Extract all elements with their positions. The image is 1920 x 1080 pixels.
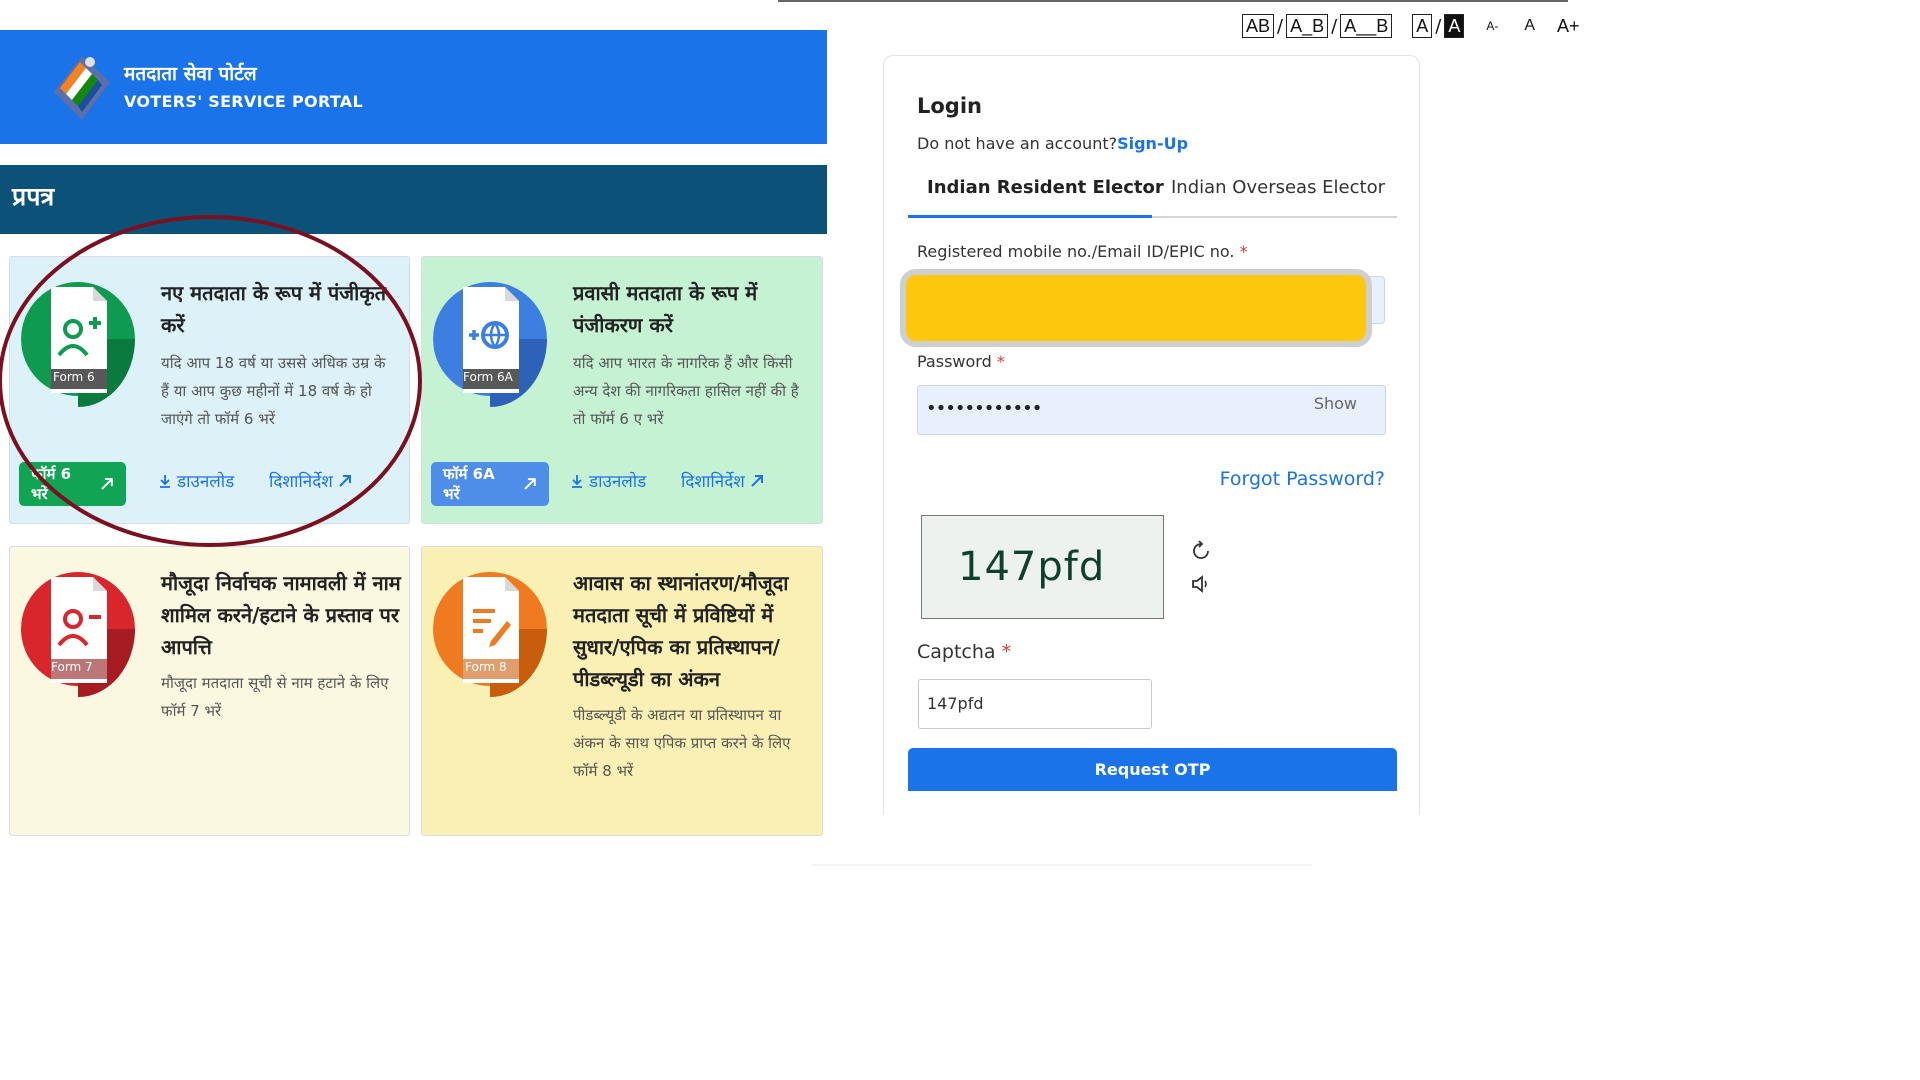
form-8-icon: Form 8 [433, 561, 547, 697]
audio-speaker-icon[interactable] [1189, 572, 1213, 596]
form-7-title: मौजूदा निर्वाचक नामावली में नाम शामिल कर… [161, 571, 401, 659]
form-6a-icon-label: Form 6A [463, 370, 513, 384]
external-arrow-icon [751, 474, 763, 487]
fill-form-6a-label: फॉर्म 6A भरें [443, 465, 495, 503]
captcha-image-text: 147pfd [958, 544, 1106, 590]
elector-tabs: Indian Resident Elector Indian Overseas … [908, 168, 1397, 218]
contrast-normal-button[interactable]: A [1412, 14, 1433, 38]
form-8-card[interactable]: Form 8 आवास का स्थानांतरण/मौजूदा मतदाता … [421, 546, 823, 836]
form-6-download-label: डाउनलोड [177, 472, 235, 492]
form-6a-guidelines-link[interactable]: दिशानिर्देश [681, 469, 764, 492]
bottom-divider [812, 864, 1312, 866]
font-decrease-button[interactable]: A- [1486, 19, 1498, 33]
form-6a-download-label: डाउनलोड [589, 472, 647, 492]
external-arrow-icon [101, 478, 114, 490]
request-otp-button[interactable]: Request OTP [908, 748, 1397, 791]
form-6-card: Form 6 नए मतदाता के रूप में पंजीकृत करें… [9, 256, 410, 524]
password-field-label: Password * [917, 352, 1005, 371]
external-arrow-icon [339, 474, 351, 487]
accessibility-toolbar: AB / A_B / A__B A / A A- A A+ [1242, 11, 1580, 41]
signup-prompt: Do not have an account?Sign-Up [917, 134, 1188, 153]
form-6a-download-link[interactable]: डाउनलोड [570, 469, 646, 492]
download-icon [572, 474, 582, 488]
form-7-icon-label: Form 7 [51, 660, 93, 674]
password-input[interactable]: •••••••••••• Show [917, 385, 1386, 435]
login-title: Login [917, 94, 982, 118]
form-8-icon-label: Form 8 [465, 660, 507, 674]
form-7-card[interactable]: Form 7 मौजूदा निर्वाचक नामावली में नाम श… [9, 546, 410, 836]
form-6-description: यदि आप 18 वर्ष या उससे अधिक उम्र के हैं … [161, 354, 386, 428]
tab-overseas-elector[interactable]: Indian Overseas Elector [1171, 177, 1385, 198]
no-account-text: Do not have an account? [917, 134, 1118, 153]
form-6a-card: Form 6A प्रवासी मतदाता के रूप में पंजीकर… [421, 256, 823, 524]
form-7-icon: Form 7 [21, 561, 135, 697]
portal-header: मतदाता सेवा पोर्टल VOTERS' SERVICE PORTA… [0, 30, 827, 144]
section-header: प्रपत्र [0, 165, 827, 234]
spacing-wide-button[interactable]: A__B [1340, 14, 1393, 38]
contrast-high-button[interactable]: A [1444, 14, 1465, 38]
signup-link[interactable]: Sign-Up [1117, 134, 1188, 153]
captcha-input[interactable]: 147pfd [918, 679, 1152, 729]
form-6-icon-label: Form 6 [53, 370, 95, 384]
font-increase-button[interactable]: A+ [1557, 16, 1580, 37]
spacing-normal-button[interactable]: AB [1242, 14, 1275, 38]
top-divider [778, 0, 1568, 2]
section-title: प्रपत्र [12, 182, 55, 211]
fill-form-6-label: फॉर्म 6 भरें [31, 465, 72, 503]
form-6-icon: Form 6 [21, 271, 135, 407]
external-arrow-icon [524, 478, 537, 490]
font-normal-button[interactable]: A [1524, 17, 1535, 35]
portal-title-hindi: मतदाता सेवा पोर्टल [124, 63, 257, 85]
form-6-guidelines-link[interactable]: दिशानिर्देश [269, 469, 352, 492]
login-card: Login Do not have an account?Sign-Up Ind… [883, 55, 1420, 815]
fill-form-6-button[interactable]: फॉर्म 6 भरें [19, 462, 126, 506]
form-7-description: मौजूदा मतदाता सूची से नाम हटाने के लिए फ… [161, 674, 389, 720]
form-6-download-link[interactable]: डाउनलोड [158, 469, 234, 492]
active-tab-indicator [908, 215, 1152, 218]
form-6a-title: प्रवासी मतदाता के रूप में पंजीकरण करें [573, 281, 758, 337]
form-8-description: पीडब्ल्यूडी के अद्यतन या प्रतिस्थापन या … [573, 706, 791, 780]
forms-panel: मतदाता सेवा पोर्टल VOTERS' SERVICE PORTA… [0, 0, 828, 882]
show-password-toggle[interactable]: Show [1314, 394, 1357, 413]
tab-resident-elector[interactable]: Indian Resident Elector [927, 177, 1164, 198]
redaction-overlay [900, 269, 1372, 347]
form-6-title: नए मतदाता के रूप में पंजीकृत करें [161, 281, 387, 337]
portal-title-english: VOTERS' SERVICE PORTAL [124, 92, 363, 111]
form-6a-description: यदि आप भारत के नागरिक हैं और किसी अन्य द… [573, 354, 799, 428]
form-6-guidelines-label: दिशानिर्देश [269, 472, 333, 492]
mobile-field-label: Registered mobile no./Email ID/EPIC no. … [917, 242, 1248, 261]
eci-logo-icon [54, 56, 110, 120]
form-6a-guidelines-label: दिशानिर्देश [681, 472, 745, 492]
password-mask: •••••••••••• [926, 398, 1042, 419]
form-6a-icon: Form 6A [433, 271, 547, 407]
download-icon [160, 474, 170, 488]
captcha-field-label: Captcha * [917, 641, 1012, 663]
captcha-image: 147pfd [921, 515, 1164, 619]
refresh-icon[interactable] [1189, 539, 1213, 563]
fill-form-6a-button[interactable]: फॉर्म 6A भरें [431, 462, 549, 506]
captcha-input-value: 147pfd [927, 694, 984, 713]
spacing-medium-button[interactable]: A_B [1286, 14, 1329, 38]
request-otp-label: Request OTP [1094, 760, 1211, 779]
form-8-title: आवास का स्थानांतरण/मौजूदा मतदाता सूची मे… [573, 571, 789, 691]
forgot-password-link[interactable]: Forgot Password? [1220, 468, 1385, 490]
